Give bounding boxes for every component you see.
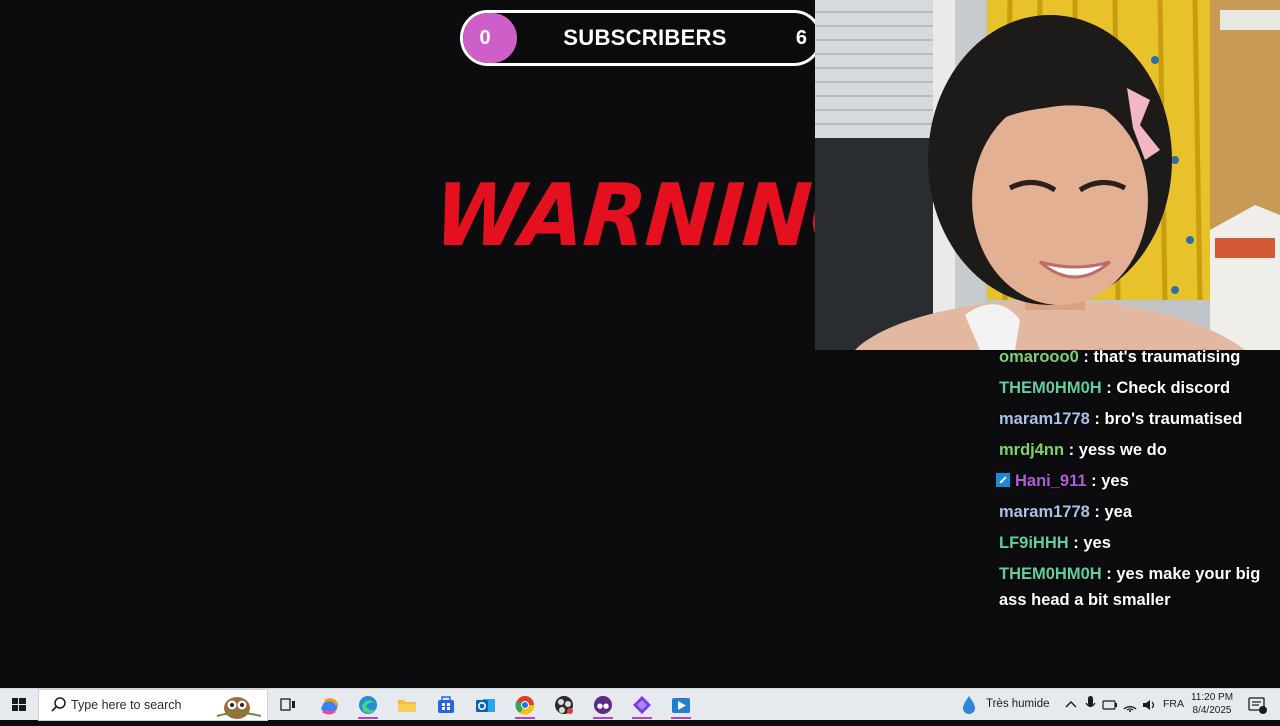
chat-username: Hani_911 <box>1015 472 1087 490</box>
subscriber-goal-bar: 0 SUBSCRIBERS 6 <box>460 10 822 66</box>
chat-overlay: omarooo0 : that's traumatising THEM0HM0H… <box>994 344 1276 618</box>
chat-message: THEM0HM0H : yes make your big ass head a… <box>999 565 1261 609</box>
microphone-icon[interactable] <box>1084 695 1096 713</box>
chat-username: maram1778 <box>999 503 1090 521</box>
windows-taskbar: Type here to search ●● Très humide FRA 1… <box>0 688 1280 721</box>
twitch-tool-icon: ●● <box>594 696 612 714</box>
chat-message: maram1778 : bro's traumatised <box>999 410 1243 428</box>
battery-icon[interactable] <box>1102 697 1118 713</box>
streamlabs-icon <box>633 696 651 714</box>
active-indicator <box>632 717 652 719</box>
active-indicator <box>515 717 535 719</box>
webcam-feed <box>815 0 1280 350</box>
search-icon <box>51 697 66 712</box>
media-player-icon <box>672 698 690 713</box>
active-indicator <box>593 717 613 719</box>
chat-username: LF9iHHH <box>999 534 1069 552</box>
chrome-icon <box>515 696 535 715</box>
weather-drop-icon <box>963 696 975 714</box>
outlook-icon <box>476 699 495 712</box>
chat-message: LF9iHHH : yes <box>999 534 1111 552</box>
stream-canvas: 0 SUBSCRIBERS 6 WARNING omarooo0: that'… <box>0 0 1280 688</box>
chat-username: THEM0HM0H <box>999 379 1102 397</box>
svg-text:●●: ●● <box>597 702 609 710</box>
obs-button[interactable] <box>546 691 582 719</box>
chat-message-text: yes <box>1083 534 1111 552</box>
copilot-button[interactable] <box>311 691 347 719</box>
chat-message: mrdj4nn : yess we do <box>999 441 1167 459</box>
clock-time: 11:20 PM <box>1190 692 1234 703</box>
edge-icon <box>359 696 377 714</box>
streamlabs-button[interactable] <box>624 691 660 719</box>
active-indicator <box>671 717 691 719</box>
chat-username: omarooo0 <box>999 348 1079 366</box>
taskbar-search-box[interactable]: Type here to search <box>38 689 268 721</box>
notifications-icon[interactable] <box>1246 694 1268 716</box>
store-button[interactable] <box>428 691 464 719</box>
owl-search-highlight-icon <box>216 697 262 719</box>
chat-message-text: bro's traumatised <box>1104 410 1243 428</box>
copilot-icon <box>321 698 339 715</box>
chat-message-text: that's traumatising <box>1093 348 1241 366</box>
chat-message: Hani_911 : yes <box>994 468 1276 494</box>
chevron-up-icon[interactable] <box>1064 698 1078 712</box>
subscriber-current-count: 0 <box>479 27 491 49</box>
windows-logo-icon <box>12 698 26 711</box>
subscriber-target-count: 6 <box>795 27 807 49</box>
chat-message-text: yes <box>1101 472 1129 490</box>
chat-message: maram1778 : yea <box>999 503 1133 521</box>
chat-message: omarooo0 : that's traumatising <box>999 348 1241 366</box>
edge-button[interactable] <box>350 691 386 719</box>
language-indicator[interactable]: FRA <box>1163 698 1184 710</box>
twitch-tool-button[interactable]: ●● <box>585 691 621 719</box>
outlook-button[interactable] <box>467 691 503 719</box>
chat-username: THEM0HM0H <box>999 565 1102 583</box>
obs-icon <box>555 696 573 714</box>
task-view-button[interactable] <box>270 691 306 719</box>
chat-message: THEM0HM0H : Check discord <box>999 379 1231 397</box>
webcam-image <box>815 0 1280 350</box>
file-explorer-icon <box>398 700 416 712</box>
wifi-icon[interactable] <box>1122 697 1138 713</box>
store-icon <box>438 696 454 713</box>
chrome-button[interactable] <box>507 691 543 719</box>
start-button[interactable] <box>0 689 38 721</box>
chat-message-text: Check discord <box>1116 379 1231 397</box>
file-explorer-button[interactable] <box>389 691 425 719</box>
warning-graphic: WARNING <box>430 166 815 266</box>
task-view-icon <box>280 698 295 711</box>
weather-text[interactable]: Très humide <box>986 698 1050 710</box>
subscriber-goal-label: SUBSCRIBERS <box>563 25 727 50</box>
chat-message-text: yess we do <box>1078 441 1167 459</box>
chat-username: mrdj4nn <box>999 441 1065 459</box>
chat-username: maram1778 <box>999 410 1090 428</box>
active-indicator <box>358 717 378 719</box>
clock-date: 8/4/2025 <box>1192 705 1232 716</box>
chat-message-text: yea <box>1104 503 1133 521</box>
clock[interactable]: 11:20 PM 8/4/2025 <box>1186 691 1238 717</box>
warning-text: WARNING <box>431 166 815 266</box>
boost-badge-icon <box>996 473 1010 487</box>
search-placeholder: Type here to search <box>71 698 182 712</box>
volume-icon[interactable] <box>1141 697 1157 713</box>
media-player-button[interactable] <box>663 691 699 719</box>
